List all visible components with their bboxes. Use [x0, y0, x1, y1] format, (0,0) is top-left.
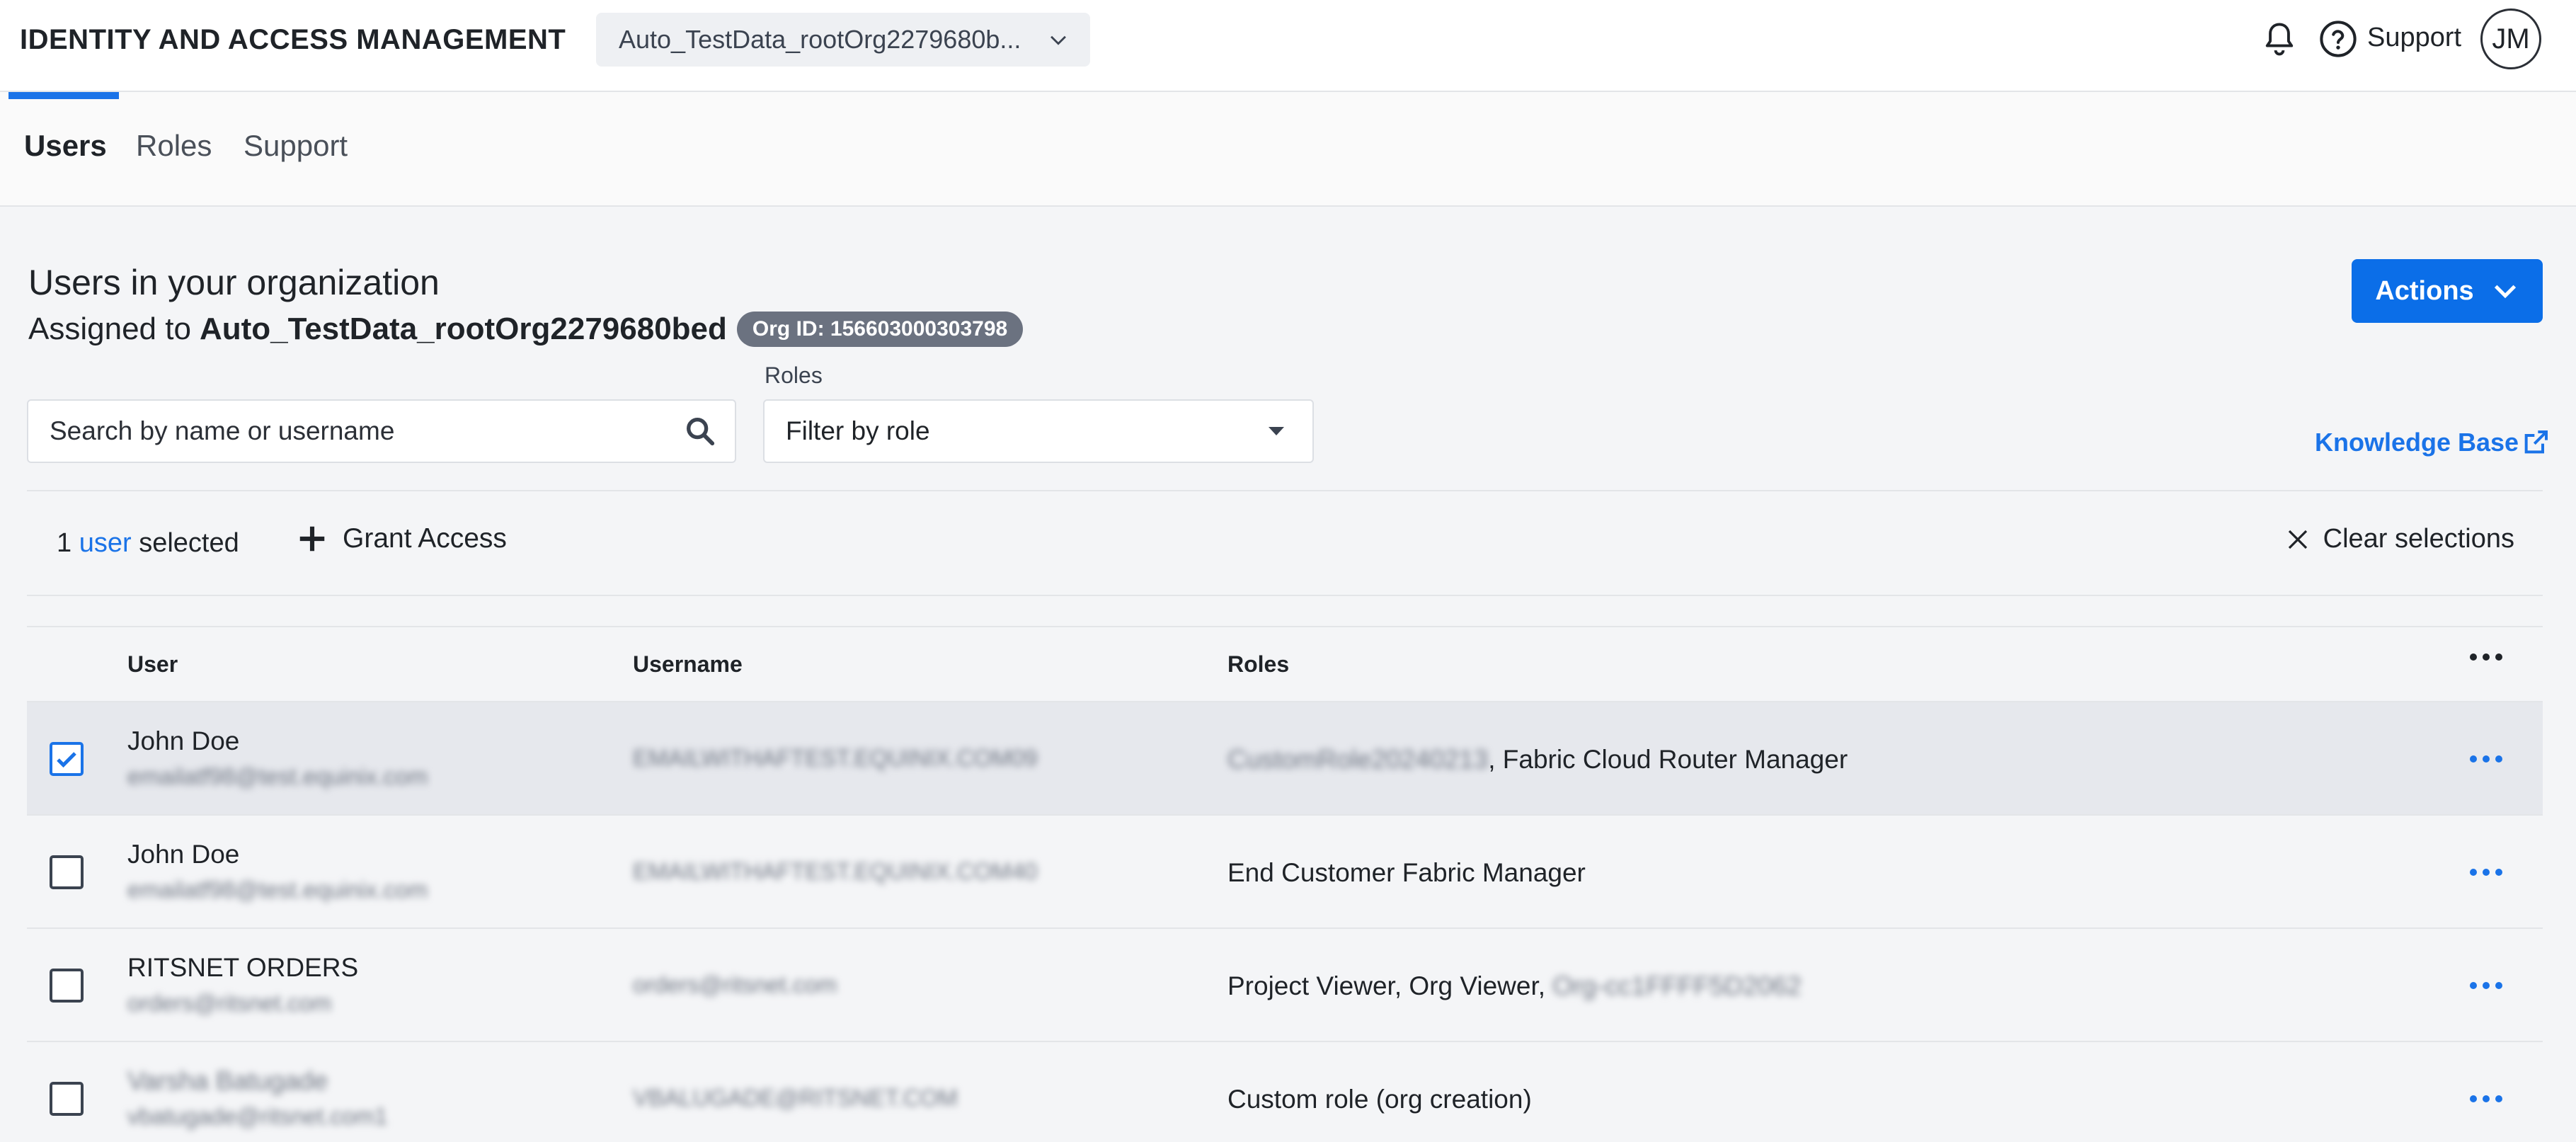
close-icon — [2288, 530, 2307, 549]
user-email: emailatf98@test.equinix.com — [127, 877, 428, 903]
caret-down-icon — [1269, 427, 1284, 435]
users-table: User Username Roles John Doe emailatf98@… — [27, 626, 2543, 1142]
user-name: John Doe — [127, 726, 240, 755]
clear-selections-button[interactable]: Clear selections — [2286, 524, 2514, 554]
selection-noun: user — [79, 528, 132, 558]
roles-cell: CustomRole20240213, Fabric Cloud Router … — [1227, 745, 1848, 775]
role-text: Project Viewer, Org Viewer, — [1227, 971, 1553, 1000]
bell-icon[interactable] — [2261, 20, 2298, 59]
role-redacted: Org-cc1FFFF5D2062 — [1552, 971, 1802, 1000]
user-email: emailatf98@test.equinix.com — [127, 763, 428, 789]
role-filter-select[interactable]: Filter by role — [763, 399, 1314, 463]
external-link-icon — [2524, 430, 2548, 454]
row-checkbox[interactable] — [50, 1082, 84, 1116]
row-more-options-icon[interactable] — [2468, 1092, 2505, 1106]
user-email: orders@ritsnet.com — [127, 990, 332, 1016]
assigned-org: Assigned to Auto_TestData_rootOrg2279680… — [28, 312, 1024, 347]
row-more-options-icon[interactable] — [2468, 865, 2505, 879]
tab-roles[interactable]: Roles — [136, 129, 212, 163]
username-cell: VBALUGADE@RITSNET.COM — [633, 1085, 958, 1111]
app-title: IDENTITY AND ACCESS MANAGEMENT — [20, 24, 566, 55]
tab-users[interactable]: Users — [24, 129, 107, 163]
top-header: IDENTITY AND ACCESS MANAGEMENT Auto_Test… — [0, 0, 2576, 92]
chevron-down-icon — [1051, 35, 1066, 45]
roles-cell: End Customer Fabric Manager — [1227, 858, 1586, 888]
role-redacted: CustomRole20240213 — [1227, 745, 1489, 774]
role-filter-value: Filter by role — [786, 416, 930, 445]
role-text: End Customer Fabric Manager — [1227, 858, 1586, 887]
grant-access-button[interactable]: Grant Access — [296, 523, 507, 555]
tab-bar: Users Roles Support — [0, 92, 2576, 207]
column-header-user[interactable]: User — [127, 651, 178, 678]
roles-cell: Custom role (org creation) — [1227, 1085, 1532, 1114]
knowledge-base-label: Knowledge Base — [2315, 428, 2519, 457]
user-name: Varsha Batugade — [127, 1066, 328, 1095]
selection-bar: 1 user selected Grant Access Clear selec… — [27, 490, 2543, 596]
org-switcher[interactable]: Auto_TestData_rootOrg2279680b... — [596, 13, 1090, 67]
assigned-prefix: Assigned to — [28, 312, 191, 346]
row-more-options-icon[interactable] — [2468, 752, 2505, 766]
table-row[interactable]: RITSNET ORDERS orders@ritsnet.com orders… — [27, 929, 2543, 1042]
chevron-down-icon — [2494, 285, 2516, 299]
user-name: RITSNET ORDERS — [127, 953, 359, 982]
checkmark-icon — [57, 752, 76, 768]
table-row[interactable]: John Doe emailatf98@test.equinix.com EMA… — [27, 702, 2543, 816]
role-text: Custom role (org creation) — [1227, 1085, 1532, 1114]
avatar[interactable]: JM — [2480, 8, 2541, 69]
active-tab-indicator — [8, 92, 119, 99]
help-icon[interactable] — [2319, 20, 2357, 58]
user-email: vbatugade@ritsnet.com1 — [127, 1103, 388, 1129]
grant-access-label: Grant Access — [343, 523, 507, 554]
page-title: Users in your organization — [28, 263, 440, 302]
role-text: , Fabric Cloud Router Manager — [1488, 745, 1848, 774]
org-name: Auto_TestData_rootOrg2279680bed — [199, 312, 727, 346]
table-row[interactable]: John Doe emailatf98@test.equinix.com EMA… — [27, 816, 2543, 929]
plus-icon — [299, 526, 325, 552]
more-options-icon[interactable] — [2468, 649, 2505, 666]
column-header-username[interactable]: Username — [633, 651, 743, 678]
clear-selections-label: Clear selections — [2323, 524, 2514, 554]
username-cell: EMAILWITHAFTEST.EQUINIX.COM09 — [633, 745, 1038, 771]
row-checkbox[interactable] — [50, 742, 84, 776]
knowledge-base-link[interactable]: Knowledge Base — [2315, 428, 2550, 457]
row-checkbox[interactable] — [50, 969, 84, 1003]
tab-support[interactable]: Support — [244, 129, 348, 163]
actions-button[interactable]: Actions — [2352, 259, 2543, 323]
selection-count: 1 user selected — [57, 528, 239, 559]
username-cell: orders@ritsnet.com — [633, 971, 837, 998]
row-checkbox[interactable] — [50, 855, 84, 889]
selection-suffix: selected — [139, 528, 239, 558]
selection-number: 1 — [57, 528, 72, 558]
table-row[interactable]: Varsha Batugade vbatugade@ritsnet.com1 V… — [27, 1042, 2543, 1142]
search-icon[interactable] — [684, 415, 716, 447]
org-switcher-label: Auto_TestData_rootOrg2279680b... — [619, 25, 1021, 54]
support-link[interactable]: Support — [2367, 23, 2461, 53]
org-id-badge: Org ID: 156603000303798 — [736, 312, 1024, 347]
user-name: John Doe — [127, 840, 240, 869]
roles-filter-label: Roles — [765, 362, 823, 388]
search-input[interactable] — [50, 416, 684, 446]
search-box — [27, 399, 736, 463]
username-cell: EMAILWITHAFTEST.EQUINIX.COM40 — [633, 858, 1038, 884]
actions-label: Actions — [2375, 275, 2474, 306]
roles-cell: Project Viewer, Org Viewer, Org-cc1FFFF5… — [1227, 971, 1802, 1001]
row-more-options-icon[interactable] — [2468, 978, 2505, 993]
table-header: User Username Roles — [27, 627, 2543, 702]
column-header-roles[interactable]: Roles — [1227, 651, 1289, 678]
